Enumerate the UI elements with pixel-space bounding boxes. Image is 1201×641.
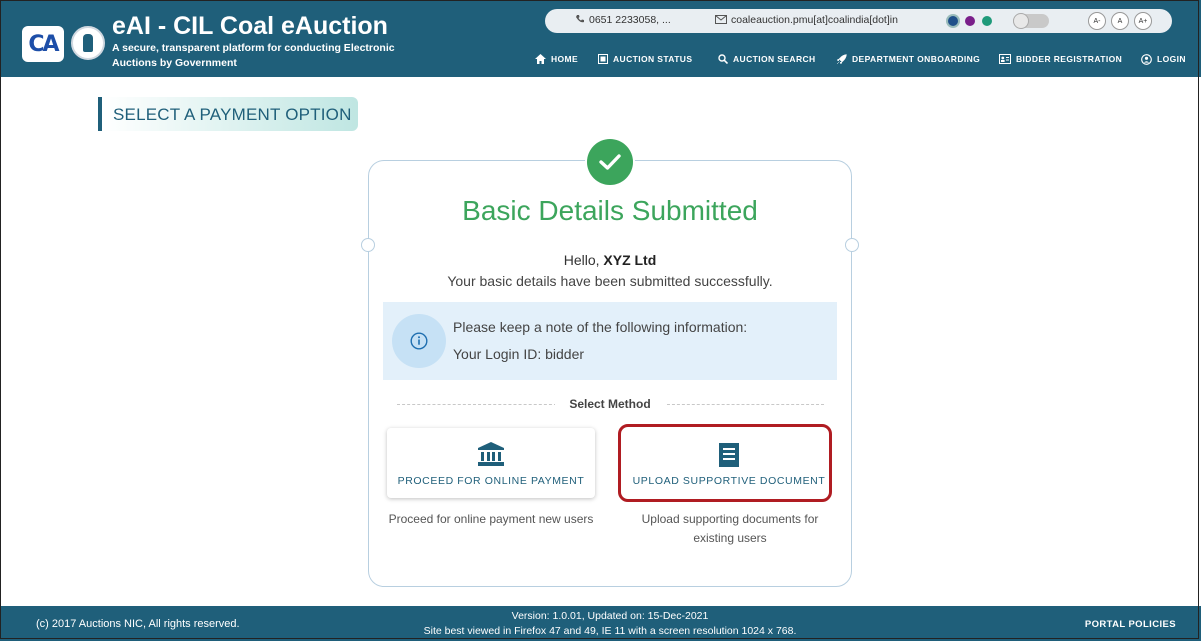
theme-teal-dot[interactable] — [982, 16, 992, 26]
nav-bidder-registration[interactable]: BIDDER REGISTRATION — [999, 52, 1122, 66]
section-title-tag: SELECT A PAYMENT OPTION — [98, 97, 358, 131]
online-payment-button[interactable]: PROCEED FOR ONLINE PAYMENT — [387, 428, 595, 498]
site-footer: (c) 2017 Auctions NIC, All rights reserv… — [0, 606, 1201, 641]
info-icon — [410, 332, 428, 350]
id-card-icon — [999, 54, 1011, 64]
info-icon-circle — [392, 314, 446, 368]
section-title: SELECT A PAYMENT OPTION — [113, 105, 352, 124]
select-method-label: Select Method — [555, 397, 665, 411]
search-icon — [718, 54, 728, 64]
divider-right — [662, 404, 824, 405]
site-header: CA eAI - CIL Coal eAuction A secure, tra… — [0, 0, 1201, 77]
checkmark-icon — [599, 154, 621, 170]
ca-logo-text: CA — [28, 31, 59, 57]
info-box: Please keep a note of the following info… — [383, 302, 837, 380]
version-line: Version: 1.0.01, Updated on: 15-Dec-2021 — [511, 610, 709, 622]
site-subtitle: A secure, transparent platform for condu… — [112, 42, 395, 69]
greeting: Hello, XYZ Ltd — [368, 252, 852, 268]
info-note: Please keep a note of the following info… — [453, 319, 748, 335]
greeting-prefix: Hello, — [563, 252, 600, 268]
divider-left — [397, 404, 557, 405]
phone-icon — [576, 15, 584, 23]
email-contact[interactable]: coaleauction.pmu[at]coalindia[dot]in — [715, 14, 898, 26]
success-message: Your basic details have been submitted s… — [447, 273, 773, 289]
nav-auction-search[interactable]: AUCTION SEARCH — [718, 52, 816, 66]
copyright: (c) 2017 Auctions NIC, All rights reserv… — [36, 618, 240, 630]
theme-purple-dot[interactable] — [965, 16, 975, 26]
phone-number: 0651 2233058, ... — [589, 14, 671, 26]
nav-home-label: HOME — [551, 54, 579, 64]
card-notch-right — [845, 238, 859, 252]
contact-bar: 0651 2233058, ... coaleauction.pmu[at]co… — [545, 9, 1172, 33]
nav-bidder-registration-label: BIDDER REGISTRATION — [1016, 54, 1123, 64]
online-payment-label: PROCEED FOR ONLINE PAYMENT — [397, 475, 585, 487]
rocket-icon — [836, 53, 847, 64]
nav-department-onboarding[interactable]: DEPARTMENT ONBOARDING — [836, 52, 980, 66]
version-info: Version: 1.0.01, Updated on: 15-Dec-2021… — [380, 609, 840, 639]
card-notch-left — [361, 238, 375, 252]
mail-icon — [715, 15, 727, 24]
coal-india-emblem-icon — [71, 26, 105, 60]
user-circle-icon — [1141, 53, 1152, 65]
nav-home[interactable]: HOME — [535, 52, 578, 66]
site-title[interactable]: eAI - CIL Coal eAuction — [112, 12, 388, 41]
email-address: coaleauction.pmu[at]coalindia[dot]in — [731, 14, 898, 26]
bank-icon — [478, 442, 504, 466]
success-badge — [585, 137, 635, 187]
nav-login[interactable]: LOGIN — [1141, 52, 1186, 66]
font-normal-button[interactable]: A — [1111, 12, 1129, 30]
font-decrease-button[interactable]: A- — [1088, 12, 1106, 30]
company-name: XYZ Ltd — [603, 252, 657, 268]
phone-contact[interactable]: 0651 2233058, ... — [575, 14, 671, 26]
contrast-toggle[interactable] — [1013, 13, 1049, 29]
upload-document-description: Upload supporting documents for existing… — [641, 512, 819, 545]
ca-logo[interactable]: CA — [22, 26, 64, 62]
font-increase-button[interactable]: A+ — [1134, 12, 1152, 30]
theme-blue-dot[interactable] — [948, 16, 958, 26]
login-id-line: Your Login ID: bidder — [453, 346, 585, 362]
card-title: Basic Details Submitted — [462, 195, 758, 226]
nav-auction-status-label: AUCTION STATUS — [613, 54, 693, 64]
nav-login-label: LOGIN — [1157, 54, 1186, 64]
nav-auction-search-label: AUCTION SEARCH — [733, 54, 816, 64]
nav-auction-status[interactable]: AUCTION STATUS — [598, 52, 692, 66]
status-icon — [598, 54, 608, 64]
home-icon — [535, 54, 546, 64]
browser-note: Site best viewed in Firefox 47 and 49, I… — [423, 625, 797, 637]
online-payment-description: Proceed for online payment new users — [388, 512, 594, 526]
nav-department-onboarding-label: DEPARTMENT ONBOARDING — [852, 54, 981, 64]
highlight-annotation — [618, 424, 832, 502]
portal-policies-link[interactable]: PORTAL POLICIES — [1085, 619, 1176, 630]
